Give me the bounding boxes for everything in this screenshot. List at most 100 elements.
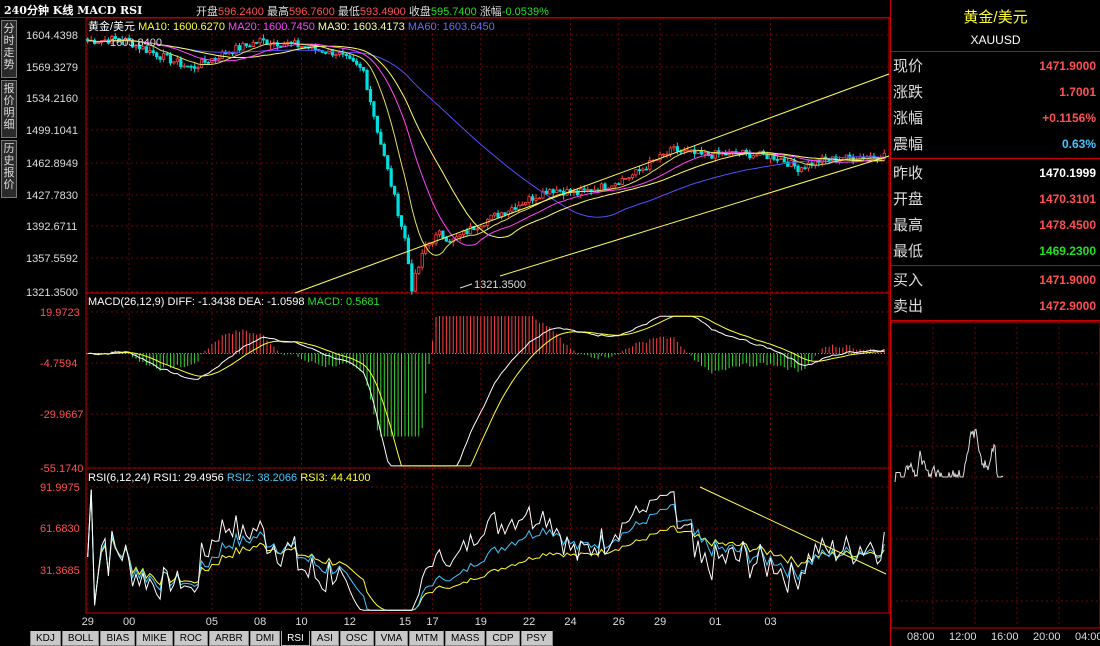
indicator-tab-asi[interactable]: ASI: [310, 631, 339, 646]
indicator-tab-arbr[interactable]: ARBR: [208, 631, 249, 646]
candle-up: [434, 234, 438, 244]
candle-down: [379, 131, 383, 145]
candle-up: [458, 234, 462, 238]
candle-down: [744, 149, 748, 153]
candle-down: [710, 155, 714, 159]
candle-up: [251, 41, 255, 47]
candle-up: [789, 160, 793, 167]
indicator-tab-osc[interactable]: OSC: [339, 631, 374, 646]
x-tick-label: 05: [206, 616, 218, 628]
candle-up: [641, 168, 645, 171]
candle-up: [510, 207, 514, 212]
candle-up: [548, 189, 552, 195]
indicator-tab-cdp[interactable]: CDP: [486, 631, 520, 646]
indicator-tab-mass[interactable]: MASS: [445, 631, 486, 646]
rsi-y-tick: 31.3685: [40, 565, 80, 577]
candle-down: [351, 57, 355, 62]
candle-up: [682, 149, 686, 152]
quote-row: 涨跌 1.7001: [891, 79, 1100, 105]
mini-time-label: 08:00: [907, 631, 935, 643]
candle-up: [161, 53, 166, 60]
rsi-legend: RSI(6,12,24) RSI1: 29.4956 RSI2: 38.2066…: [88, 472, 371, 484]
candle-up: [634, 169, 638, 176]
macd-y-tick: -55.1740: [40, 463, 83, 475]
rsi-panel-frame: [85, 467, 890, 614]
candle-up: [196, 67, 200, 70]
open-label: 开盘: [196, 6, 218, 18]
mini-frame: [891, 321, 1100, 629]
candle-down: [396, 193, 400, 216]
candle-down: [603, 183, 607, 190]
candle-up: [337, 52, 342, 55]
candle-up: [172, 61, 176, 64]
candle-up: [672, 146, 676, 149]
legend-item: RSI1: 29.4956: [153, 472, 226, 484]
candle-up: [537, 197, 542, 200]
legend-item: DIFF: -1.3438: [167, 296, 238, 308]
indicator-tab-bias[interactable]: BIAS: [100, 631, 136, 646]
macd-y-tick: -4.7594: [40, 358, 77, 370]
x-tick-label: 00: [123, 616, 135, 628]
legend-item: RSI(6,12,24): [88, 472, 153, 484]
indicator-tab-mtm[interactable]: MTM: [409, 631, 445, 646]
price-stats: 开盘596.2400 最高596.7600 最低593.4900 收盘595.7…: [196, 3, 549, 19]
candle-up: [520, 204, 524, 207]
macd-histogram: [90, 316, 885, 437]
candle-up: [768, 154, 773, 160]
quote-label: 最高: [893, 216, 924, 234]
candle-down: [793, 160, 797, 167]
high-annotation: 1603.8400: [110, 37, 162, 49]
indicator-tab-roc[interactable]: ROC: [173, 631, 208, 646]
candle-down: [551, 189, 555, 193]
quote-label: 涨幅: [893, 109, 924, 127]
quote-group: 买入 1471.9000 卖出 1472.9000: [891, 266, 1100, 321]
legend-item: DEA: -1.0598: [238, 296, 307, 308]
candle-up: [624, 178, 628, 180]
candle-up: [665, 153, 669, 156]
candle-up: [475, 228, 479, 231]
candle-down: [782, 158, 786, 163]
quote-label: 现价: [893, 57, 924, 75]
candle-up: [182, 65, 186, 68]
candle-down: [410, 263, 414, 292]
candle-down: [344, 53, 348, 57]
indicator-tab-rsi[interactable]: RSI: [281, 631, 310, 646]
candle-up: [420, 253, 424, 268]
price-y-tick: 1462.8949: [26, 158, 78, 170]
indicator-tab-vma[interactable]: VMA: [374, 631, 409, 646]
candle-down: [158, 56, 162, 60]
candle-down: [496, 212, 500, 218]
candle-down: [261, 38, 266, 41]
quote-table: 现价 1471.9000 涨跌 1.7001 涨幅 +0.1156% 震幅 0.63% 昨收 14…: [891, 52, 1100, 321]
x-tick-label: 12: [344, 616, 356, 628]
candle-up: [668, 147, 673, 155]
candle-down: [386, 155, 390, 170]
quote-label: 涨跌: [893, 83, 924, 101]
candle-down: [189, 65, 193, 68]
low-label: 最低: [337, 6, 360, 18]
candle-up: [217, 58, 221, 60]
price-y-tick: 1357.5592: [26, 253, 78, 265]
indicator-tab-kdj[interactable]: KDJ: [30, 631, 61, 646]
quote-panel: 黄金/美元 XAUUSD 现价 1471.9000 涨跌 1.7001 涨幅 +0.115…: [890, 0, 1100, 646]
x-tick-label: 29: [82, 616, 94, 628]
rsi3-line: [87, 489, 885, 611]
candle-down: [237, 45, 242, 51]
candle-down: [358, 63, 362, 68]
x-tick-label: 15: [399, 616, 411, 628]
price-y-tick: 1427.7830: [26, 190, 78, 202]
candle-up: [586, 189, 590, 191]
chart-area[interactable]: 29 00 05 08 10 12 15 17 19 22 24 26 29 01 03 1604.4398 1…: [0, 18, 890, 630]
legend-item: MA60: 1603.6450: [405, 21, 495, 33]
candle-down: [796, 165, 800, 173]
candle-up: [534, 197, 538, 201]
close-label: 收盘: [408, 6, 431, 18]
indicator-tab-psy[interactable]: PSY: [520, 631, 553, 646]
candle-down: [165, 53, 169, 56]
indicator-tab-boll[interactable]: BOLL: [61, 631, 100, 646]
candle-up: [799, 167, 804, 173]
quote-label: 买入: [893, 271, 924, 289]
indicator-tab-mike[interactable]: MIKE: [136, 631, 173, 646]
indicator-tab-dmi[interactable]: DMI: [249, 631, 281, 646]
quote-value: 1472.9000: [1039, 299, 1096, 313]
